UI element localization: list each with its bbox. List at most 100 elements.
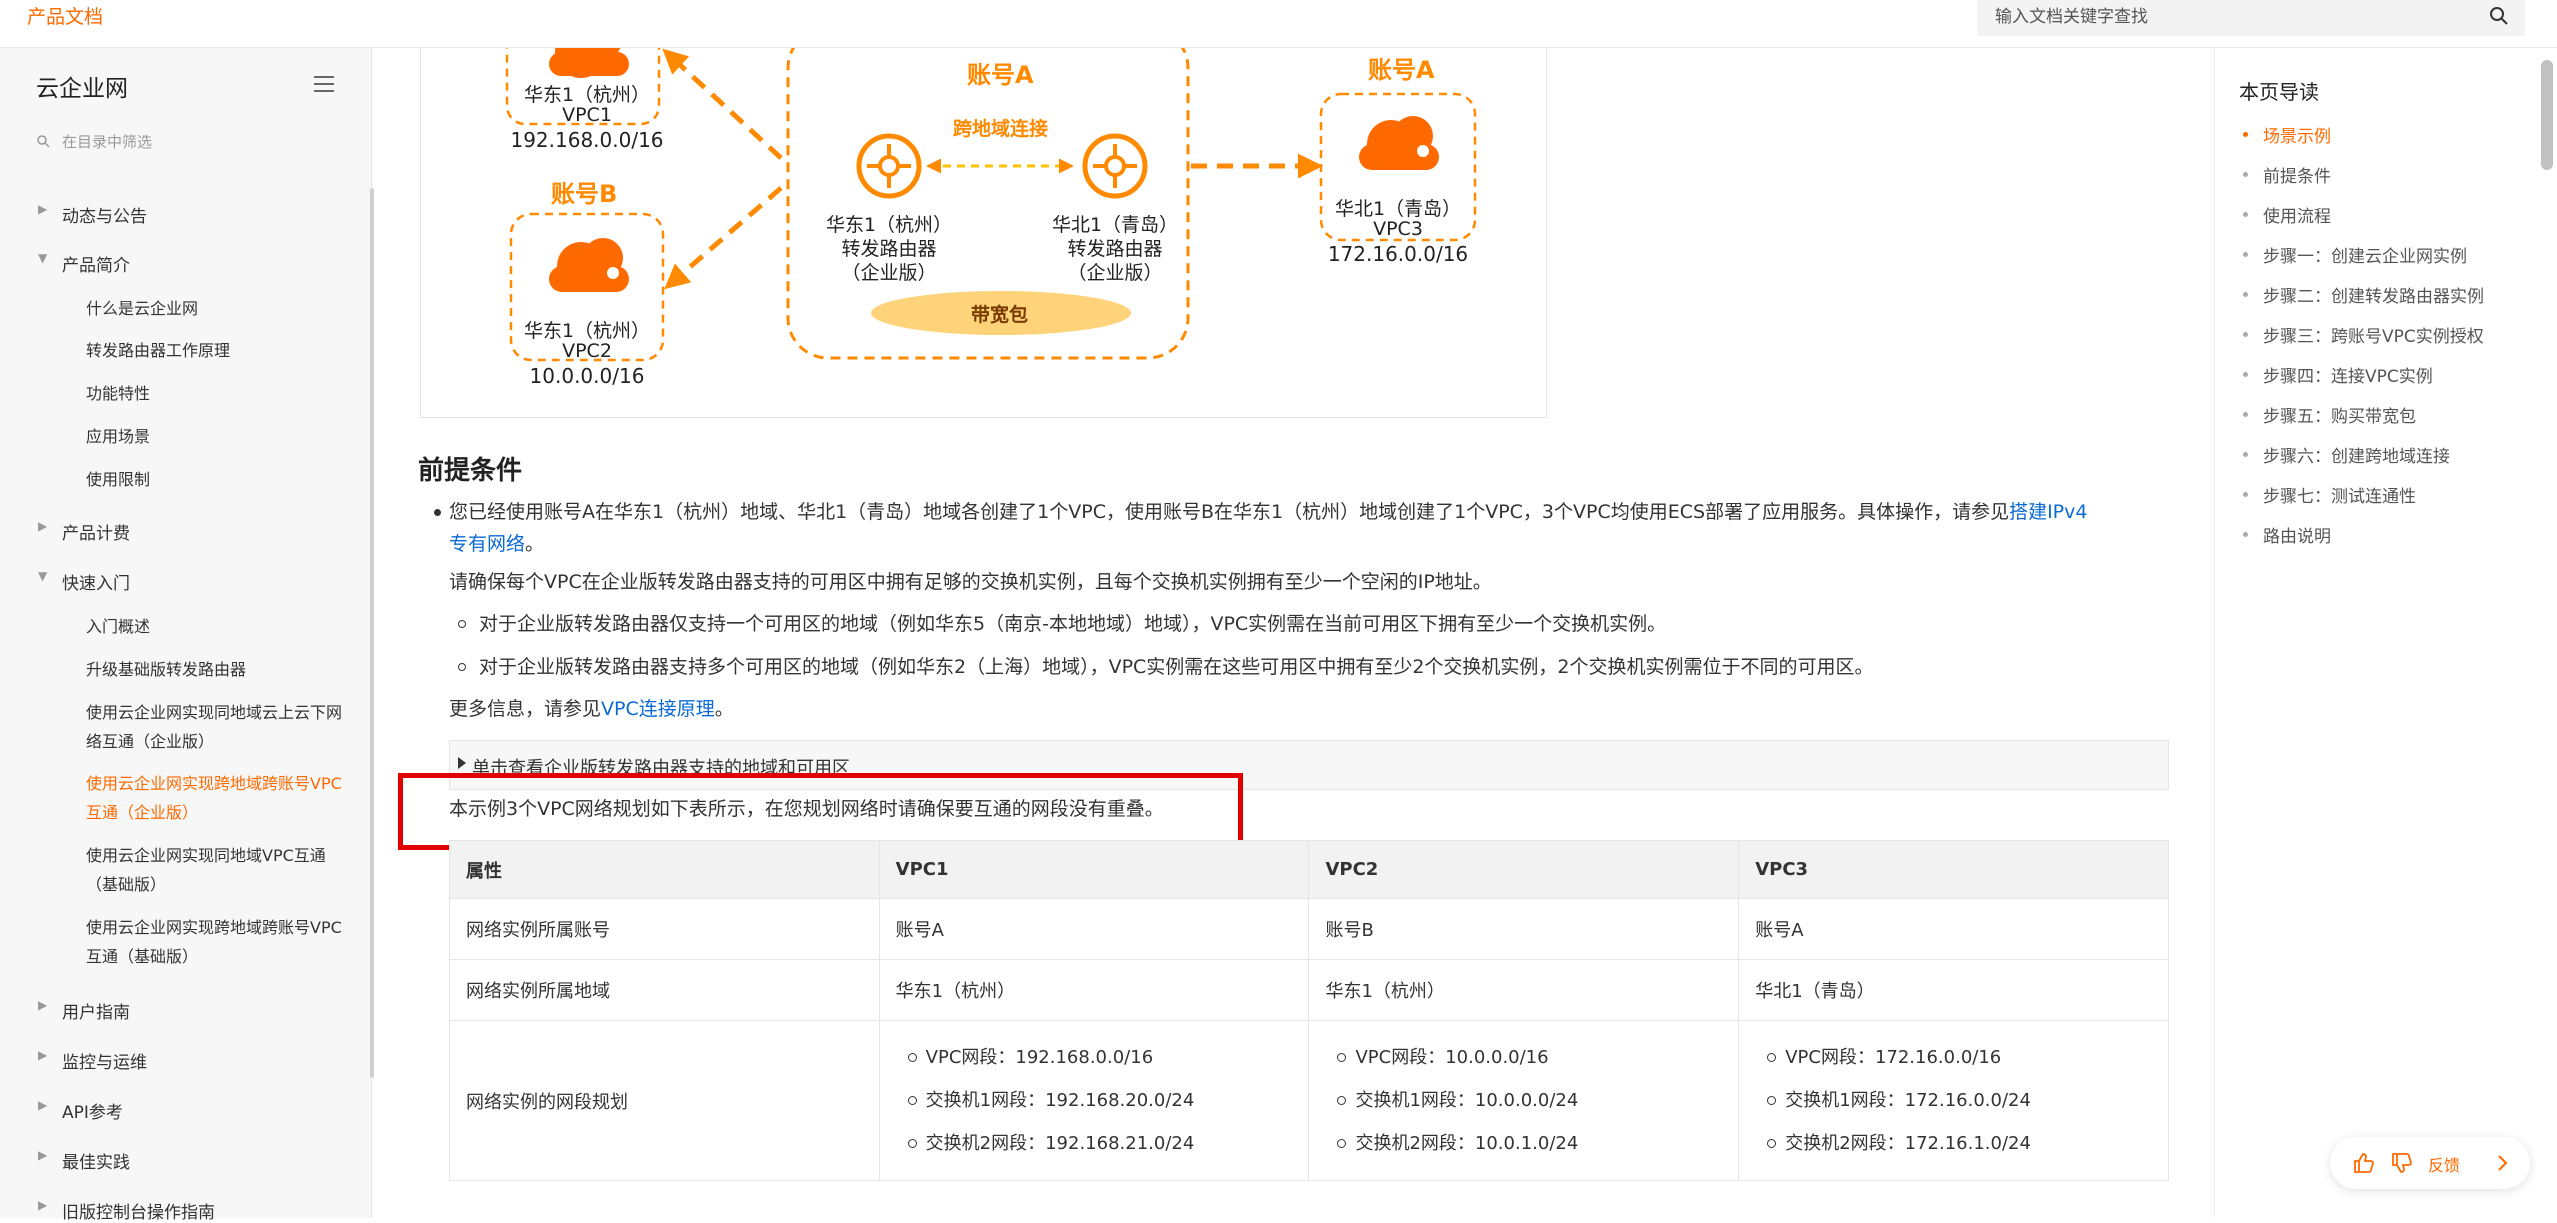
diagram-vpc2-cidr: 10.0.0.0/16 xyxy=(529,364,645,388)
diagram-cross-region-label: 跨地域连接 xyxy=(953,118,1049,140)
table-cell: VPC网段：172.16.0.0/16 交换机1网段：172.16.0.0/24… xyxy=(1738,1020,2169,1181)
sidebar: 云企业网 在目录中筛选 ▶ 动态与公告 ▼ 产品简介 什么是云企业网 转发路由器工作… xyxy=(0,48,374,1223)
chevron-right-icon: ▶ xyxy=(38,1198,48,1212)
sidebar-filter-input[interactable]: 在目录中筛选 xyxy=(62,131,152,152)
sidebar-sub-scenarios[interactable]: 应用场景 xyxy=(86,422,346,451)
toc-item-step1[interactable]: 步骤一：创建云企业网实例 xyxy=(2243,242,2467,267)
page-toc: 本页导读 场景示例 前提条件 使用流程 步骤一：创建云企业网实例 步骤二：创建转… xyxy=(2214,48,2534,1218)
list-item: 交换机2网段：10.0.1.0/24 xyxy=(1337,1122,1738,1165)
thumbs-down-icon[interactable] xyxy=(2390,1151,2414,1175)
toc-item-step6[interactable]: 步骤六：创建跨地域连接 xyxy=(2243,442,2450,467)
brand-link[interactable]: 产品文档 xyxy=(27,2,103,29)
menu-collapse-icon[interactable] xyxy=(312,74,336,94)
table-header-row: 属性 VPC1 VPC2 VPC3 xyxy=(449,840,2169,899)
diagram-bandwidth-label: 带宽包 xyxy=(971,304,1029,326)
sidebar-sub-cross-region-enterprise[interactable]: 使用云企业网实现跨地域跨账号VPC互通（企业版） xyxy=(86,769,346,827)
feedback-widget: 反馈 xyxy=(2330,1137,2530,1189)
sidebar-sub-features[interactable]: 功能特性 xyxy=(86,379,346,408)
toc-item-step7[interactable]: 步骤七：测试连通性 xyxy=(2243,482,2416,507)
toc-item-step4[interactable]: 步骤四：连接VPC实例 xyxy=(2243,362,2433,387)
list-item: 交换机2网段：192.168.21.0/24 xyxy=(907,1122,1309,1165)
chevron-down-icon: ▼ xyxy=(38,251,48,265)
diagram-tr1-region: 华东1（杭州） xyxy=(825,214,953,236)
table-cell: 网络实例所属地域 xyxy=(449,959,880,1021)
prereq-paragraph-2: 请确保每个VPC在企业版转发路由器支持的可用区中拥有足够的交换机实例，且每个交换… xyxy=(449,571,1492,593)
table-cell: VPC网段：192.168.0.0/16 交换机1网段：192.168.20.0… xyxy=(878,1020,1310,1181)
list-item: VPC网段：172.16.0.0/16 xyxy=(1767,1036,2168,1079)
diagram-vpc2-name: VPC2 xyxy=(562,340,612,362)
diagram-vpc3-name: VPC3 xyxy=(1373,218,1423,240)
list-item: 交换机1网段：192.168.20.0/24 xyxy=(907,1079,1309,1122)
sidebar-sub-cross-region-basic[interactable]: 使用云企业网实现跨地域跨账号VPC互通（基础版） xyxy=(86,913,346,971)
chevron-right-icon: ▶ xyxy=(38,202,48,216)
bullet-dot xyxy=(434,509,441,516)
table-cell: 华东1（杭州） xyxy=(1308,959,1740,1021)
list-item: 交换机1网段：10.0.0.0/24 xyxy=(1337,1079,1738,1122)
diagram-account-a-right-label: 账号A xyxy=(1368,56,1435,84)
sidebar-scrollbar[interactable] xyxy=(370,188,374,1078)
doc-search-box[interactable]: 输入文档关键字查找 xyxy=(1977,0,2525,36)
sidebar-sub-upgrade[interactable]: 升级基础版转发路由器 xyxy=(86,655,346,684)
feedback-label[interactable]: 反馈 xyxy=(2428,1152,2460,1176)
table-cell: 网络实例所属账号 xyxy=(449,898,880,960)
diagram-account-a-label: 账号A xyxy=(967,61,1034,89)
toc-item-step5[interactable]: 步骤五：购买带宽包 xyxy=(2243,402,2416,427)
diagram-vpc1-cidr: 192.168.0.0/16 xyxy=(510,128,664,152)
list-item: VPC网段：192.168.0.0/16 xyxy=(907,1036,1309,1079)
link-build-ipv4-vpc[interactable]: 搭建IPv4 xyxy=(2009,501,2087,523)
table-cell: 网络实例的网段规划 xyxy=(449,1020,880,1181)
toc-item-prerequisites[interactable]: 前提条件 xyxy=(2243,162,2331,187)
chevron-right-icon: ▶ xyxy=(38,1148,48,1162)
toc-item-routing[interactable]: 路由说明 xyxy=(2243,522,2331,547)
table-header: 属性 xyxy=(449,840,880,899)
search-input[interactable]: 输入文档关键字查找 xyxy=(1995,2,2148,27)
table-header: VPC2 xyxy=(1308,840,1740,899)
diagram-tr1-edition: （企业版） xyxy=(841,262,937,284)
sidebar-sub-what-is[interactable]: 什么是云企业网 xyxy=(86,294,346,323)
chevron-right-icon: ▶ xyxy=(38,519,48,533)
table-cell: 账号B xyxy=(1308,898,1740,960)
diagram-tr1-name: 转发路由器 xyxy=(841,238,937,260)
link-build-ipv4-vpc-cont[interactable]: 专有网络 xyxy=(449,533,525,555)
diagram-tr2-region: 华北1（青岛） xyxy=(1051,214,1179,236)
toc-item-step2[interactable]: 步骤二：创建转发路由器实例 xyxy=(2243,282,2484,307)
search-icon[interactable] xyxy=(2487,4,2511,28)
sidebar-sub-limits[interactable]: 使用限制 xyxy=(86,465,346,494)
prereq-paragraph-1: 您已经使用账号A在华东1（杭州）地域、华北1（青岛）地域各创建了1个VPC，使用… xyxy=(449,501,2088,555)
sidebar-filter[interactable]: 在目录中筛选 xyxy=(36,128,336,156)
more-info-paragraph: 更多信息，请参见VPC连接原理。 xyxy=(449,698,734,720)
table-header: VPC1 xyxy=(878,840,1310,899)
sidebar-title: 云企业网 xyxy=(36,76,128,102)
toc-item-scenario[interactable]: 场景示例 xyxy=(2243,122,2331,147)
diagram-vpc1-region: 华东1（杭州） xyxy=(523,84,651,106)
sidebar-sub-same-region-cloud[interactable]: 使用云企业网实现同地域云上云下网络互通（企业版） xyxy=(86,698,346,756)
vpc-plan-table: 属性 VPC1 VPC2 VPC3 网络实例所属账号 账号A 账号B 账号A 网… xyxy=(449,840,2169,1181)
prereq-sub-1: 对于企业版转发路由器仅支持一个可用区的地域（例如华东5（南京-本地地域）地域），… xyxy=(479,613,1667,635)
table-cell: VPC网段：10.0.0.0/16 交换机1网段：10.0.0.0/24 交换机… xyxy=(1308,1020,1740,1181)
thumbs-up-icon[interactable] xyxy=(2352,1151,2376,1175)
link-vpc-connection-principle[interactable]: VPC连接原理 xyxy=(601,698,715,720)
sidebar-sub-same-region-basic[interactable]: 使用云企业网实现同地域VPC互通（基础版） xyxy=(86,841,346,899)
list-item: 交换机2网段：172.16.1.0/24 xyxy=(1767,1122,2168,1165)
diagram-account-b-label: 账号B xyxy=(551,180,618,208)
table-cell: 华北1（青岛） xyxy=(1738,959,2169,1021)
table-header: VPC3 xyxy=(1738,840,2169,899)
diagram-tr2-edition: （企业版） xyxy=(1067,262,1163,284)
toc-item-process[interactable]: 使用流程 xyxy=(2243,202,2331,227)
red-highlight-box xyxy=(398,773,1243,850)
chevron-right-icon[interactable] xyxy=(2490,1151,2514,1175)
diagram-vpc1-name: VPC1 xyxy=(562,104,612,126)
chevron-down-icon: ▼ xyxy=(38,569,48,583)
table-row: 网络实例的网段规划 VPC网段：192.168.0.0/16 交换机1网段：19… xyxy=(449,1020,2169,1181)
list-item: 交换机1网段：172.16.0.0/24 xyxy=(1767,1079,2168,1122)
diagram-tr2-name: 转发路由器 xyxy=(1067,238,1163,260)
toc-item-step3[interactable]: 步骤三：跨账号VPC实例授权 xyxy=(2243,322,2484,347)
sidebar-sub-tr-principle[interactable]: 转发路由器工作原理 xyxy=(86,336,346,365)
bullet-hollow xyxy=(458,663,466,671)
table-cell: 账号A xyxy=(1738,898,2169,960)
page-scrollbar[interactable] xyxy=(2541,60,2553,170)
table-cell: 华东1（杭州） xyxy=(878,959,1310,1021)
caret-right-icon xyxy=(458,757,466,769)
sidebar-sub-overview[interactable]: 入门概述 xyxy=(86,612,346,641)
list-item: VPC网段：10.0.0.0/16 xyxy=(1337,1036,1738,1079)
